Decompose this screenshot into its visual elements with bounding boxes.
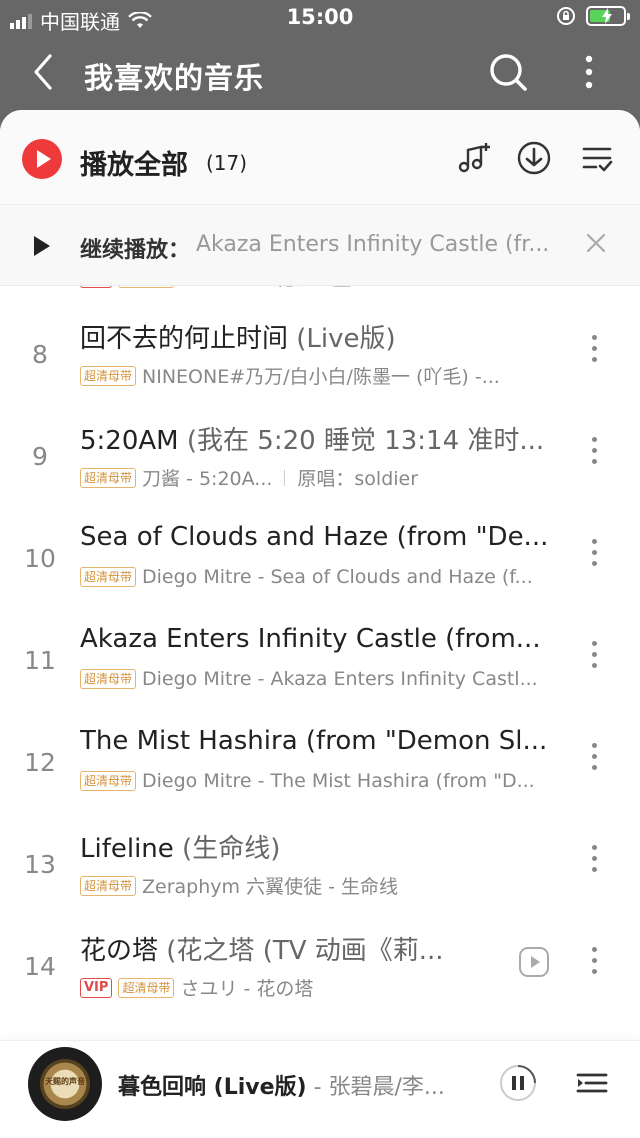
more-vertical-icon[interactable] <box>572 50 606 94</box>
search-icon[interactable] <box>486 50 530 94</box>
song-artist: Zeraphym 六翼使徒 - 生命线 <box>142 876 399 898</box>
quality-tag: 超清母带 <box>80 875 137 896</box>
song-row[interactable]: 9 5:20AM (我在 5:20 睡觉 13:14 准时... 超清母带 刀酱… <box>0 400 640 502</box>
song-more-icon[interactable] <box>582 332 606 368</box>
song-index: 8 <box>32 340 48 369</box>
song-row[interactable]: 13 Lifeline (生命线) 超清母带 Zeraphym 六翼使徒 - 生… <box>0 808 640 910</box>
page-title: 我喜欢的音乐 <box>84 61 265 95</box>
partial-row-artist: コルシカ - 花に亡霊 <box>180 286 351 291</box>
quality-tag: 超清母带 <box>80 567 137 587</box>
continue-play-icon[interactable] <box>34 236 50 256</box>
quality-tag: 超清母带 <box>80 771 137 791</box>
song-more-icon[interactable] <box>582 842 606 878</box>
song-index: 14 <box>24 952 56 981</box>
song-index: 12 <box>24 748 56 777</box>
back-icon[interactable] <box>26 52 62 92</box>
song-more-icon[interactable] <box>582 536 606 572</box>
song-more-icon[interactable] <box>582 638 606 674</box>
quality-tag: 超清母带 <box>118 977 175 998</box>
vip-tag: VIP <box>80 286 113 288</box>
now-playing-text[interactable]: 暮色回响 (Live版) - 张碧晨/李... <box>118 1069 478 1101</box>
download-icon[interactable] <box>516 140 552 176</box>
quality-tag: 超清母带 <box>80 365 137 386</box>
continue-playback-bar[interactable]: 继续播放： Akaza Enters Infinity Castle (fr..… <box>0 204 640 286</box>
song-artist: NINEONE#乃万/白小白/陈墨一 (吖毛) -... <box>142 366 500 388</box>
song-artist: Diego Mitre - Sea of Clouds and Haze (f.… <box>142 566 533 588</box>
song-title[interactable]: 回不去的何止时间 (Live版) <box>80 318 570 355</box>
song-row[interactable]: 11 Akaza Enters Infinity Castle (from...… <box>0 604 640 706</box>
continue-track-name[interactable]: Akaza Enters Infinity Castle (fr... <box>196 232 570 257</box>
song-list: VIP 超清母带 コルシカ - 花に亡霊 8 回不去的何止时间 (Live版) … <box>0 286 640 1052</box>
continue-label: 继续播放： <box>80 238 191 263</box>
song-more-icon[interactable] <box>582 740 606 776</box>
close-icon[interactable] <box>582 229 610 257</box>
meta-divider <box>284 469 286 486</box>
status-right <box>556 6 630 26</box>
battery-icon <box>586 6 630 26</box>
orientation-lock-icon <box>557 7 575 25</box>
song-count: (17) <box>206 151 248 175</box>
song-index: 11 <box>24 646 56 675</box>
song-artist: 刀酱 - 5:20A... <box>142 468 273 490</box>
album-disc[interactable]: 天赐的声音 <box>28 1047 102 1121</box>
song-meta: 超清母带 NINEONE#乃万/白小白/陈墨一 (吖毛) -... <box>80 362 550 389</box>
song-artist: さユリ - 花の塔 <box>180 978 314 1000</box>
song-title[interactable]: 5:20AM (我在 5:20 睡觉 13:14 准时... <box>80 420 570 457</box>
song-artist: Diego Mitre - Akaza Enters Infinity Cast… <box>142 668 538 690</box>
play-all-icon[interactable] <box>22 139 62 179</box>
play-all-label[interactable]: 播放全部 <box>80 143 188 182</box>
song-title[interactable]: 花の塔 (花之塔 (TV 动画《莉... <box>80 930 500 967</box>
song-meta: 超清母带 Diego Mitre - The Mist Hashira (fro… <box>80 770 550 792</box>
status-bar: 中国联通 15:00 <box>0 0 640 36</box>
play-all-row[interactable]: 播放全部 (17) <box>0 110 640 204</box>
app-header: 我喜欢的音乐 <box>0 38 640 108</box>
song-meta: 超清母带 刀酱 - 5:20A... 原唱：soldier <box>80 464 550 491</box>
song-index: 10 <box>24 544 56 573</box>
song-meta: 超清母带 Zeraphym 六翼使徒 - 生命线 <box>80 872 550 899</box>
song-index: 13 <box>24 850 56 879</box>
now-playing-title: 暮色回响 (Live版) <box>118 1075 307 1100</box>
add-music-icon[interactable] <box>456 140 492 176</box>
song-title[interactable]: Lifeline (生命线) <box>80 828 570 865</box>
song-meta: 超清母带 Diego Mitre - Sea of Clouds and Haz… <box>80 566 550 588</box>
status-time: 15:00 <box>286 5 354 29</box>
now-playing-artist: - 张碧晨/李... <box>306 1075 445 1100</box>
song-meta: 超清母带 Diego Mitre - Akaza Enters Infinity… <box>80 668 550 690</box>
song-row[interactable]: 12 The Mist Hashira (from "Demon Sl... 超… <box>0 706 640 808</box>
quality-tag: 超清母带 <box>118 286 175 288</box>
playlist-card: 播放全部 (17) 继续播放： Akaza Enters Infinity Ca… <box>0 110 640 1138</box>
original-singer: 原唱：soldier <box>297 468 419 490</box>
song-more-icon[interactable] <box>582 944 606 980</box>
pause-icon[interactable] <box>498 1063 538 1103</box>
album-cover-text: 天赐的声音 <box>45 1077 85 1086</box>
video-play-icon[interactable] <box>518 946 550 978</box>
playlist-icon[interactable] <box>574 1065 610 1101</box>
song-row[interactable]: 14 花の塔 (花之塔 (TV 动画《莉... VIP 超清母带 さユリ - 花… <box>0 910 640 1012</box>
song-title[interactable]: Sea of Clouds and Haze (from "De... <box>80 522 570 552</box>
song-row[interactable]: 10 Sea of Clouds and Haze (from "De... 超… <box>0 502 640 604</box>
song-title[interactable]: Akaza Enters Infinity Castle (from... <box>80 624 570 654</box>
song-title[interactable]: The Mist Hashira (from "Demon Sl... <box>80 726 570 756</box>
quality-tag: 超清母带 <box>80 467 137 488</box>
song-more-icon[interactable] <box>582 434 606 470</box>
song-index: 9 <box>32 442 48 471</box>
song-artist: Diego Mitre - The Mist Hashira (from "D.… <box>142 770 535 792</box>
multi-select-icon[interactable] <box>580 140 616 176</box>
mini-player[interactable]: 天赐的声音 暮色回响 (Live版) - 张碧晨/李... <box>0 1040 640 1138</box>
vip-tag: VIP <box>80 977 113 998</box>
song-row[interactable]: 8 回不去的何止时间 (Live版) 超清母带 NINEONE#乃万/白小白/陈… <box>0 298 640 400</box>
quality-tag: 超清母带 <box>80 669 137 689</box>
song-meta: VIP 超清母带 さユリ - 花の塔 <box>80 974 500 1001</box>
